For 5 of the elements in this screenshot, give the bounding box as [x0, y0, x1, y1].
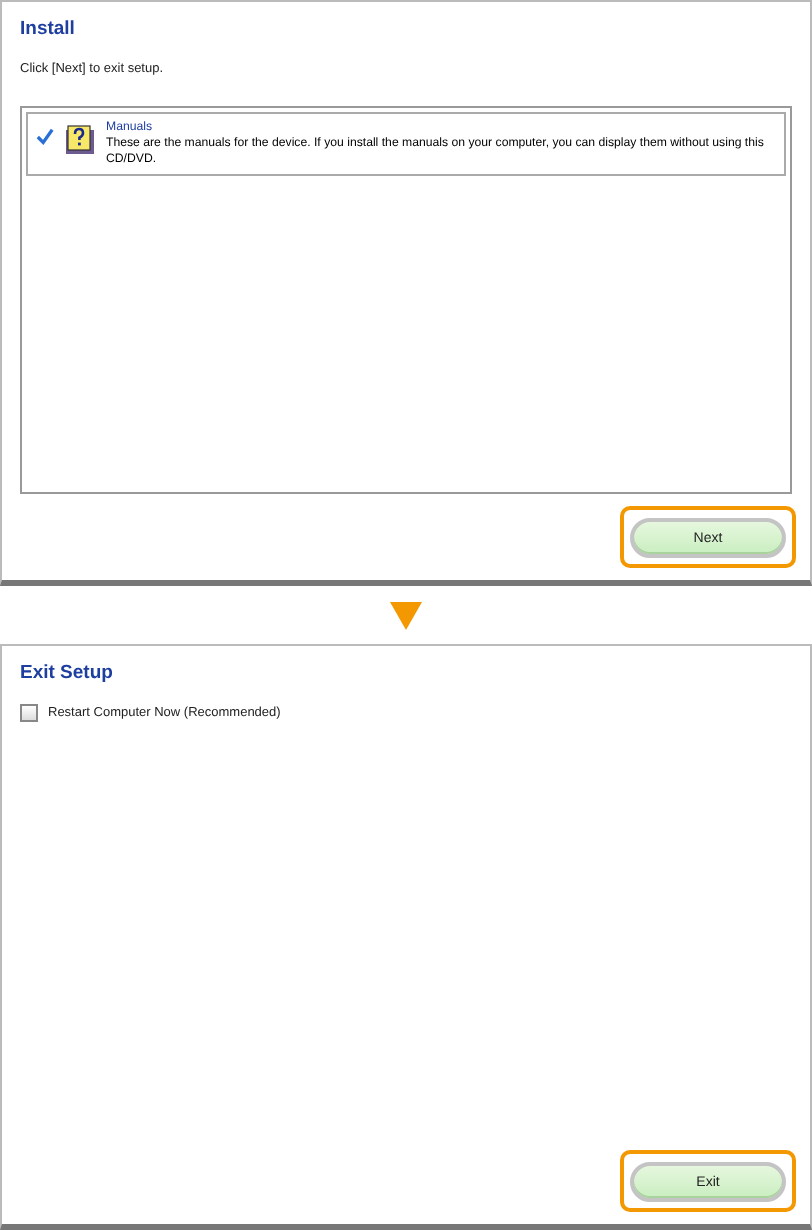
- section-title: Install: [20, 18, 77, 40]
- section-title: Exit Setup: [20, 662, 115, 684]
- checkbox[interactable]: [20, 704, 38, 722]
- down-arrow-icon: [390, 601, 422, 629]
- help-book-icon: [62, 120, 98, 156]
